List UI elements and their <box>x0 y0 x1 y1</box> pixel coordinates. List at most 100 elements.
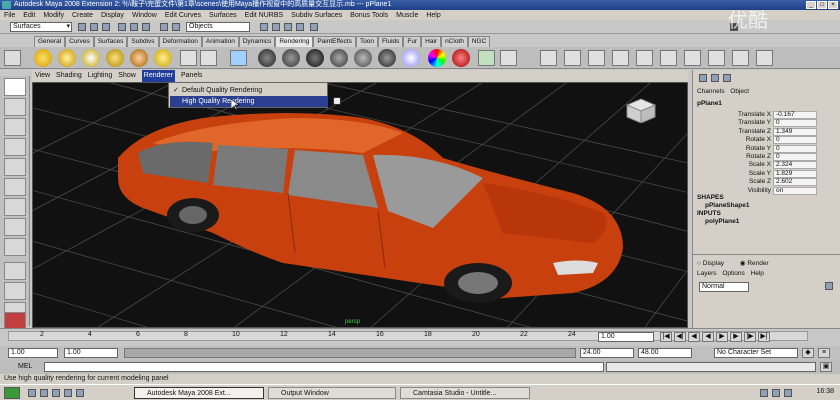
shelf-tab-surfaces[interactable]: Surfaces <box>93 36 128 47</box>
layer-editor-toggle-icon[interactable] <box>711 74 719 82</box>
layer-menu-help[interactable]: Help <box>751 270 764 277</box>
manipulator-tool-icon[interactable] <box>4 198 26 216</box>
shelf-tab-fur[interactable]: Fur <box>403 36 422 47</box>
input-name[interactable]: polyPlane1 <box>705 218 739 226</box>
ocean-shader-icon[interactable] <box>452 49 470 67</box>
step-back-key-icon[interactable]: ◀ <box>688 332 700 342</box>
panel-menu-panels[interactable]: Panels <box>181 70 202 82</box>
panel-menu-show[interactable]: Show <box>118 70 136 82</box>
attr-value-field[interactable]: 2.324 <box>773 161 817 170</box>
shelf-tab-ngc[interactable]: NGC <box>467 36 491 47</box>
go-to-end-icon[interactable]: ▶| <box>758 332 770 342</box>
paint-canvas-icon[interactable] <box>756 50 773 66</box>
menu-item-high-quality-rendering[interactable]: High Quality Rendering <box>170 96 328 107</box>
ipr-icon[interactable] <box>588 50 605 66</box>
taskbar-item-maya[interactable]: Autodesk Maya 2008 Ext... <box>134 387 264 399</box>
menu-create[interactable]: Create <box>72 12 93 19</box>
animation-prefs-icon[interactable]: ≡ <box>818 348 830 358</box>
menu-display[interactable]: Display <box>101 12 124 19</box>
panel-menu-renderer[interactable]: Renderer <box>141 70 175 82</box>
ambient-light-icon[interactable] <box>130 49 148 67</box>
attr-value-field[interactable]: -0.167 <box>773 111 817 119</box>
shelf-menu-icon[interactable] <box>4 50 21 66</box>
go-to-start-icon[interactable]: |◀ <box>660 332 672 342</box>
shelf-tab-rendering[interactable]: Rendering <box>275 36 314 47</box>
attribute-editor-toggle-icon[interactable] <box>723 74 731 82</box>
perspective-viewport[interactable]: persp <box>32 82 688 328</box>
play-backward-icon[interactable]: ◀ <box>702 332 714 342</box>
menu-window[interactable]: Window <box>132 12 157 19</box>
maximize-button[interactable]: □ <box>817 1 827 9</box>
panel-menu-shading[interactable]: Shading <box>56 70 82 82</box>
ramp-shader-icon[interactable] <box>428 49 446 67</box>
ipr-render-icon[interactable] <box>284 23 292 31</box>
menu-edit-curves[interactable]: Edit Curves <box>165 12 201 19</box>
select-hierarchy-icon[interactable] <box>118 23 126 31</box>
range-slider-bar[interactable] <box>124 348 576 358</box>
light-linking-icon[interactable] <box>684 50 701 66</box>
quicklaunch-media-icon[interactable] <box>76 389 84 397</box>
make-link-icon[interactable] <box>732 50 749 66</box>
layered-shader-icon[interactable] <box>354 49 372 67</box>
phong-material-icon[interactable] <box>282 49 300 67</box>
shelf-tab-deformation[interactable]: Deformation <box>158 36 202 47</box>
step-forward-icon[interactable]: |▶ <box>744 332 756 342</box>
scale-tool-icon[interactable] <box>4 178 26 196</box>
tray-volume-icon[interactable] <box>772 389 780 397</box>
quicklaunch-app-icon[interactable] <box>64 389 72 397</box>
new-layer-icon[interactable] <box>825 282 833 290</box>
tab-channels[interactable]: Channels <box>697 88 724 95</box>
menu-edit[interactable]: Edit <box>23 12 35 19</box>
render-current-frame-icon[interactable] <box>564 50 581 66</box>
snap-grid-icon[interactable] <box>160 23 168 31</box>
menu-file[interactable]: File <box>4 12 15 19</box>
attr-value-field[interactable]: 0 <box>773 144 817 153</box>
select-component-icon[interactable] <box>142 23 150 31</box>
hypershade-icon[interactable] <box>636 50 653 66</box>
four-pane-layout-icon[interactable] <box>4 282 26 300</box>
quicklaunch-browser-icon[interactable] <box>40 389 48 397</box>
layer-menu-options[interactable]: Options <box>722 270 744 277</box>
select-tool-icon[interactable] <box>4 78 26 96</box>
shelf-tab-subdivs[interactable]: Subdivs <box>127 36 159 47</box>
car-model[interactable] <box>118 113 623 303</box>
blinn-material-icon[interactable] <box>258 49 276 67</box>
character-set-dropdown[interactable]: No Character Set <box>714 348 798 358</box>
panel-menu-view[interactable]: View <box>35 70 50 82</box>
quicklaunch-explorer-icon[interactable] <box>52 389 60 397</box>
shelf-tab-dynamics[interactable]: Dynamics <box>238 36 276 47</box>
attr-row[interactable]: Scale X 2.324 <box>693 161 840 170</box>
menu-help[interactable]: Help <box>426 12 440 19</box>
window-title-bar[interactable]: Autodesk Maya 2008 Extension 2: ％\鞍子\完蛋文… <box>0 0 840 10</box>
taskbar-item-camtasia[interactable]: Camtasia Studio - Untitle... <box>400 387 530 399</box>
script-editor-icon[interactable]: ▣ <box>820 362 832 372</box>
lasso-tool-icon[interactable] <box>4 98 26 116</box>
object-name[interactable]: pPlane1 <box>697 100 722 108</box>
attr-row[interactable]: Rotate X0 <box>693 136 840 145</box>
menu-item-default-quality-rendering[interactable]: ✓ Default Quality Rendering <box>170 85 328 96</box>
render-settings-icon[interactable] <box>296 23 304 31</box>
camera-aim-icon[interactable] <box>200 50 217 66</box>
menu-edit-nurbs[interactable]: Edit NURBS <box>245 12 284 19</box>
minimize-button[interactable]: _ <box>806 1 816 9</box>
attr-row[interactable]: Rotate Z0 <box>693 153 840 161</box>
area-light-icon[interactable] <box>106 49 124 67</box>
auto-key-icon[interactable]: ◆ <box>802 348 814 358</box>
attr-value-field[interactable]: 0 <box>773 153 817 161</box>
shelf-tab-ncloth[interactable]: nCloth <box>441 36 468 47</box>
attr-value-field[interactable]: 0 <box>773 136 817 145</box>
quicklaunch-desktop-icon[interactable] <box>28 389 36 397</box>
input-line-icon[interactable] <box>310 23 318 31</box>
layer-menu-layers[interactable]: Layers <box>697 270 717 277</box>
command-input[interactable] <box>44 362 604 372</box>
shelf-tab-fluids[interactable]: Fluids <box>378 36 404 47</box>
play-forward-icon[interactable]: ▶ <box>716 332 728 342</box>
menu-surfaces[interactable]: Surfaces <box>209 12 237 19</box>
view-cube-icon[interactable] <box>623 97 659 123</box>
phonge-material-icon[interactable] <box>306 49 324 67</box>
shelf-tab-painteffects[interactable]: PaintEffects <box>313 36 356 47</box>
radio-display-icon[interactable]: ○ <box>697 260 701 267</box>
surface-shader-icon[interactable] <box>378 49 396 67</box>
menu-muscle[interactable]: Muscle <box>396 12 418 19</box>
batch-render-icon[interactable] <box>612 50 629 66</box>
